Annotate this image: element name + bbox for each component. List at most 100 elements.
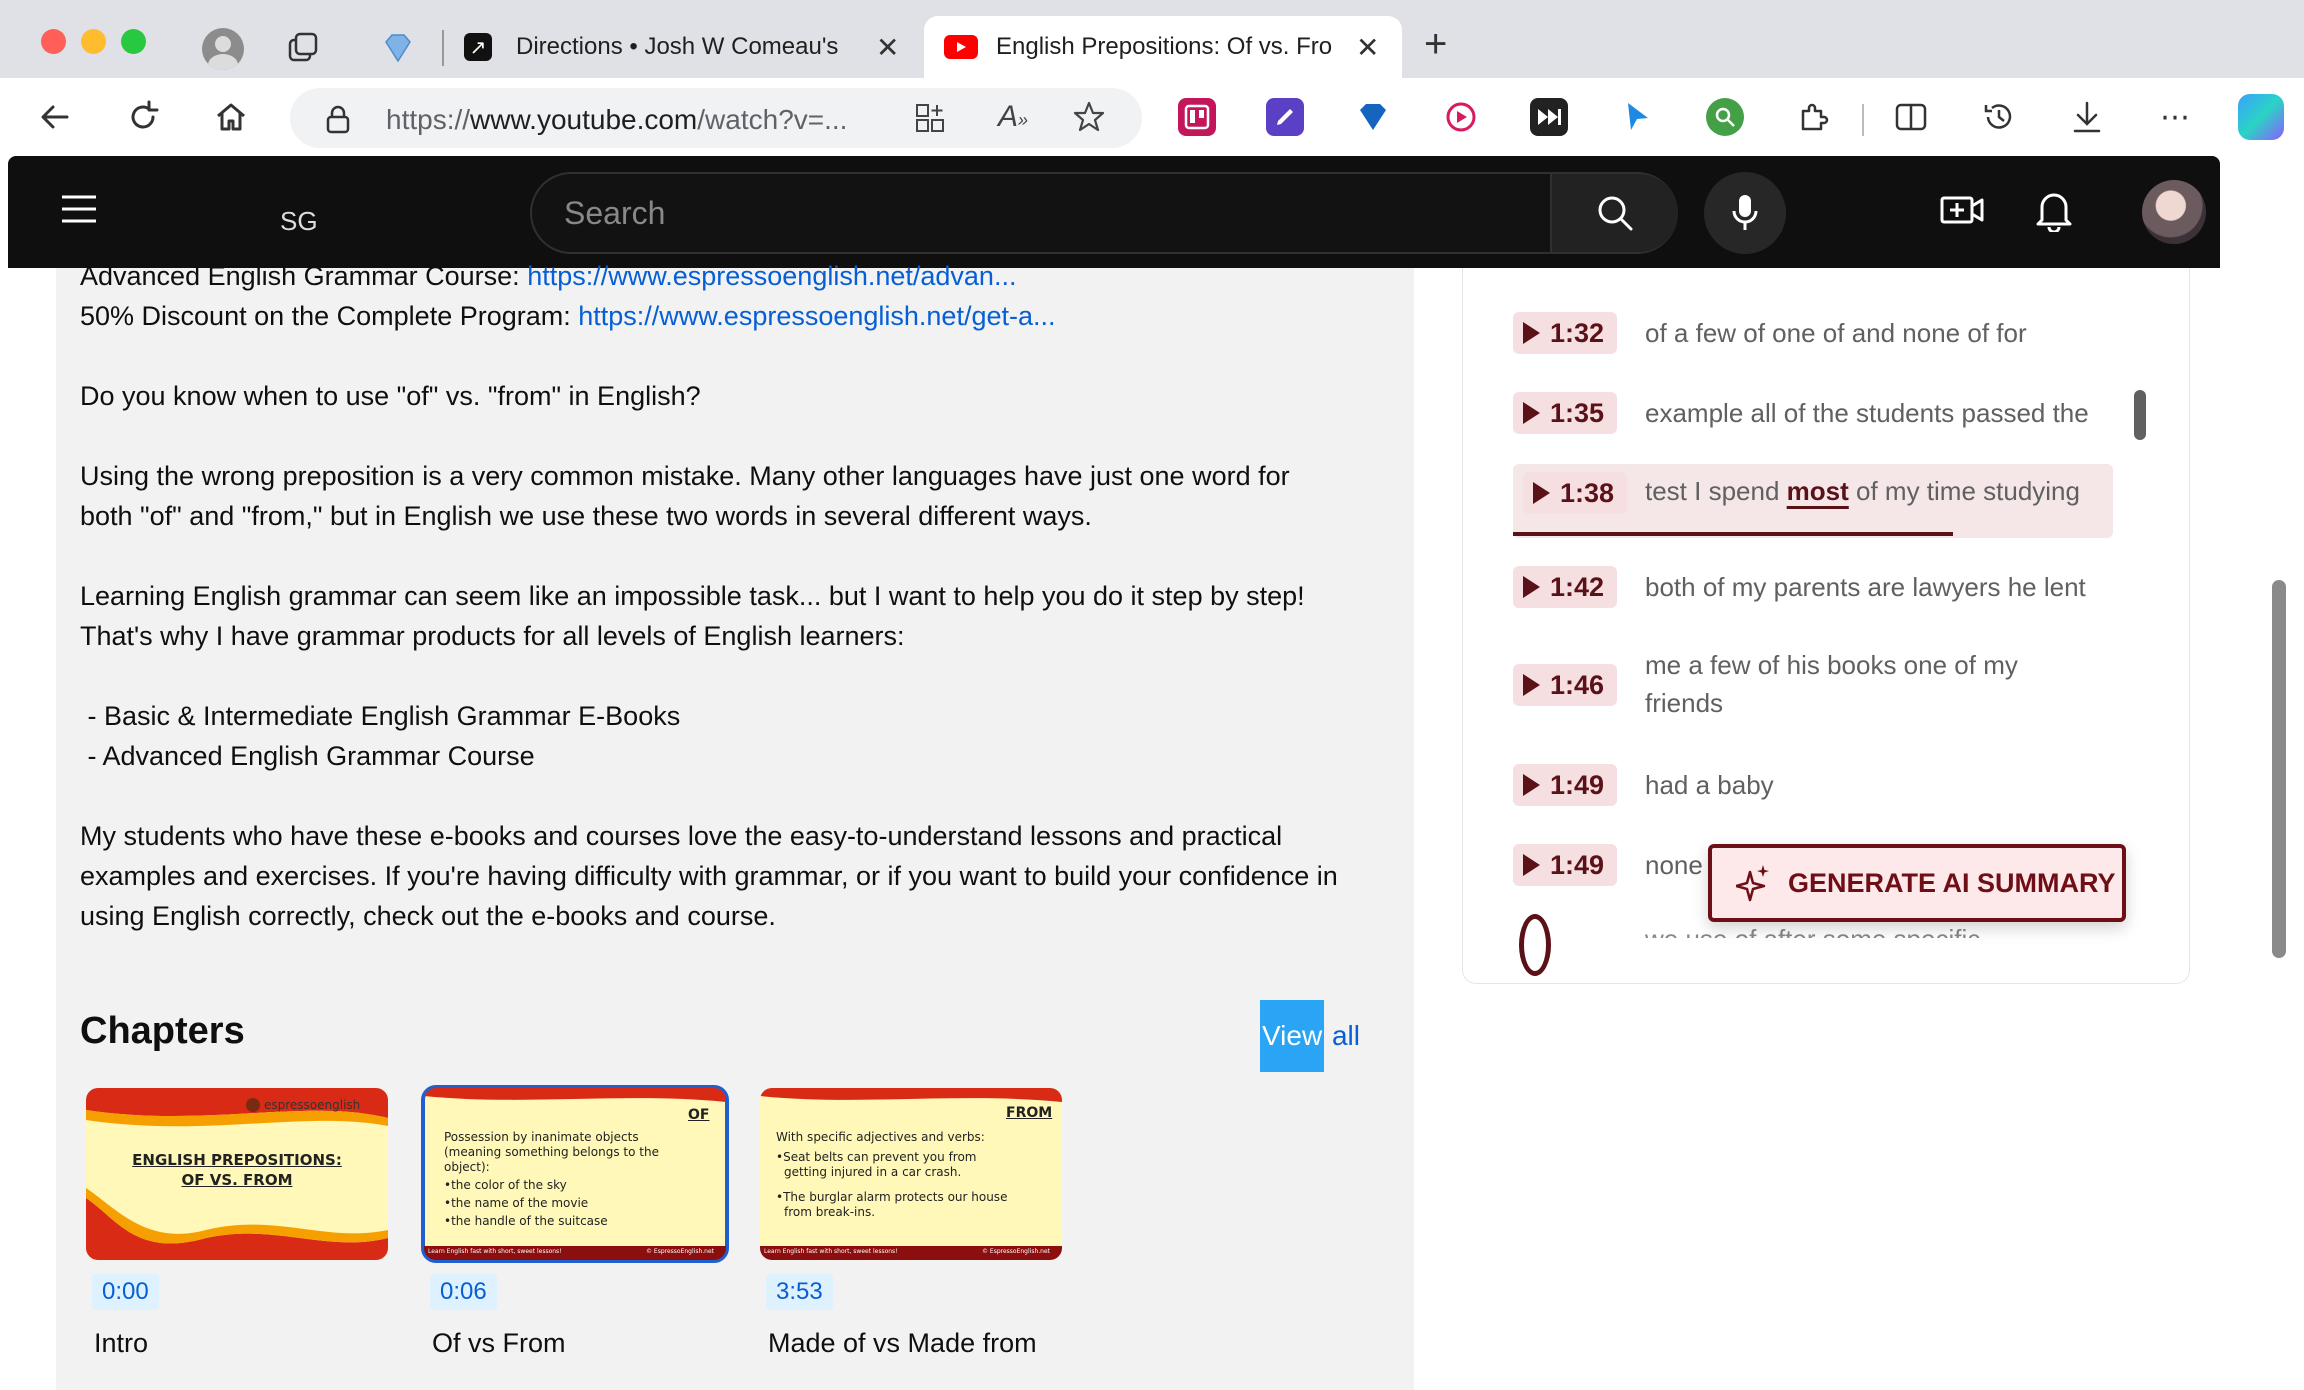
description-discount-line: 50% Discount on the Complete Program: ht…: [80, 301, 1056, 331]
chapter-timestamp[interactable]: 0:06: [430, 1274, 497, 1310]
arrow-up-right-icon: ↗: [464, 33, 492, 61]
thumb-line: •the color of the sky: [444, 1178, 567, 1192]
segment-timestamp[interactable]: 1:38: [1523, 472, 1627, 514]
play-icon: [1523, 402, 1540, 424]
thumb-footer: Learn English fast with short, sweet les…: [764, 1248, 898, 1255]
thumb-line: •the name of the movie: [444, 1196, 589, 1210]
chapter-title[interactable]: Intro: [94, 1328, 148, 1359]
copilot-icon[interactable]: [2238, 94, 2284, 140]
new-tab-button[interactable]: +: [1424, 22, 1447, 67]
thumb-line: object):: [444, 1160, 490, 1174]
thumb-footer: © EspressoEnglish.net: [646, 1248, 715, 1255]
notifications-button[interactable]: [2034, 188, 2074, 237]
transcript-scrollbar[interactable]: [2134, 390, 2146, 440]
cursor-extension-icon[interactable]: [1618, 98, 1656, 136]
play-icon: [1523, 576, 1540, 598]
create-video-button[interactable]: [1940, 190, 1984, 235]
view-all-chapters-button[interactable]: View all: [1260, 1000, 1360, 1072]
youtube-logo-country-code[interactable]: SG: [280, 206, 318, 237]
segment-timestamp[interactable]: 1:35: [1513, 392, 1617, 434]
description-paragraph: Learning English grammar can seem like a…: [80, 581, 1305, 611]
address-bar[interactable]: https://www.youtube.com/watch?v=... A»: [290, 88, 1142, 148]
thumb-tag: FROM: [1006, 1105, 1053, 1121]
extensions-puzzle-icon[interactable]: [1794, 98, 1832, 136]
thumb-line: getting injured in a car crash.: [784, 1165, 962, 1179]
segment-text: none: [1645, 850, 1703, 880]
chapter-thumbnail[interactable]: FROM With specific adjectives and verbs:…: [760, 1088, 1062, 1260]
back-button[interactable]: [34, 96, 76, 138]
menu-hamburger-icon[interactable]: [60, 194, 98, 229]
course-link[interactable]: https://www.espressoenglish.net/advan...: [527, 261, 1016, 291]
search-extension-icon[interactable]: [1706, 98, 1744, 136]
app-available-icon[interactable]: [914, 102, 946, 139]
segment-text: friends: [1645, 688, 1724, 718]
search-icon: [1598, 196, 1633, 231]
chapter-timestamp[interactable]: 3:53: [766, 1274, 833, 1310]
favorite-star-icon[interactable]: [1072, 100, 1106, 139]
profile-icon[interactable]: [202, 28, 244, 70]
discount-link[interactable]: https://www.espressoenglish.net/get-a...: [578, 301, 1055, 331]
skip-forward-extension-icon[interactable]: [1530, 98, 1568, 136]
chapter-title[interactable]: Of vs From: [432, 1328, 566, 1359]
play-icon: [1523, 674, 1540, 696]
coffee-cup-icon: [246, 1098, 260, 1112]
sparkle-icon: [1736, 865, 1769, 902]
workspaces-icon[interactable]: [286, 30, 322, 71]
youtube-logo-icon: [944, 35, 978, 59]
tab-youtube-active[interactable]: English Prepositions: Of vs. Fro ✕: [924, 16, 1402, 78]
microphone-icon: [1732, 195, 1758, 230]
read-aloud-icon[interactable]: A»: [998, 100, 1028, 134]
close-icon[interactable]: ✕: [876, 31, 899, 64]
thumb-tag: OF: [688, 1107, 710, 1123]
home-button[interactable]: [210, 96, 252, 138]
refresh-button[interactable]: [122, 96, 164, 138]
chapter-title[interactable]: Made of vs Made from: [768, 1328, 1037, 1359]
segment-timestamp[interactable]: 1:32: [1513, 312, 1617, 354]
segment-text: test I spend most of my time studying: [1645, 476, 2080, 506]
tab-directions[interactable]: ↗ Directions • Josh W Comeau's ✕: [464, 16, 910, 78]
history-icon[interactable]: [1980, 98, 2018, 136]
active-segment-progress: [1513, 532, 1953, 536]
segment-timestamp[interactable]: 1:49: [1513, 764, 1617, 806]
diamond-extension-icon[interactable]: [1354, 98, 1392, 136]
segment-timestamp[interactable]: 1:42: [1513, 566, 1617, 608]
downloads-icon[interactable]: [2068, 98, 2106, 136]
search-button[interactable]: [1550, 174, 1678, 252]
segment-timestamp[interactable]: 1:46: [1513, 664, 1617, 706]
bell-icon: [2036, 193, 2072, 234]
thumb-line: •The burglar alarm protects our house: [776, 1190, 1008, 1204]
video-record-extension-icon[interactable]: [1442, 98, 1480, 136]
pinned-tab-diamond-icon[interactable]: [380, 30, 416, 71]
close-window-button[interactable]: [41, 29, 66, 54]
generate-ai-summary-button[interactable]: GENERATE AI SUMMARY: [1708, 844, 2126, 922]
voice-search-button[interactable]: [1704, 172, 1786, 254]
notes-extension-icon[interactable]: [1266, 98, 1304, 136]
segment-timestamp[interactable]: 1:49: [1513, 844, 1617, 886]
url-text[interactable]: https://www.youtube.com/watch?v=...: [386, 104, 847, 136]
browser-toolbar: https://www.youtube.com/watch?v=... A» ⋯: [0, 78, 2304, 156]
thumb-line: •Seat belts can prevent you from: [776, 1150, 977, 1164]
more-options-icon[interactable]: ⋯: [2156, 98, 2194, 136]
split-screen-icon[interactable]: [1892, 98, 1930, 136]
trello-extension-icon[interactable]: [1178, 98, 1216, 136]
chapter-timestamp[interactable]: 0:00: [92, 1274, 159, 1310]
search-box[interactable]: [530, 172, 1678, 254]
close-icon[interactable]: ✕: [1356, 31, 1379, 64]
search-input[interactable]: [532, 174, 1542, 252]
tab-title: English Prepositions: Of vs. Fro: [996, 33, 1333, 60]
current-word: most: [1786, 476, 1849, 506]
minimize-window-button[interactable]: [81, 29, 106, 54]
lock-icon[interactable]: [324, 104, 352, 139]
chapter-thumbnail[interactable]: OF Possession by inanimate objects (mean…: [421, 1085, 729, 1263]
toolbar-separator: [1862, 104, 1864, 136]
description-paragraph: Do you know when to use "of" vs. "from" …: [80, 381, 701, 411]
segment-text: me a few of his books one of my: [1645, 650, 2018, 680]
video-description: Advanced English Grammar Course: https:/…: [56, 261, 1414, 1390]
chapter-thumbnail[interactable]: espressoenglish ENGLISH PREPOSITIONS: OF…: [86, 1088, 388, 1260]
thumb-title: OF VS. FROM: [181, 1171, 293, 1189]
page-scrollbar[interactable]: [2272, 580, 2286, 958]
play-icon: [1523, 854, 1540, 876]
maximize-window-button[interactable]: [121, 29, 146, 54]
loading-spinner-icon: [1519, 914, 1551, 976]
avatar[interactable]: [2142, 180, 2206, 244]
